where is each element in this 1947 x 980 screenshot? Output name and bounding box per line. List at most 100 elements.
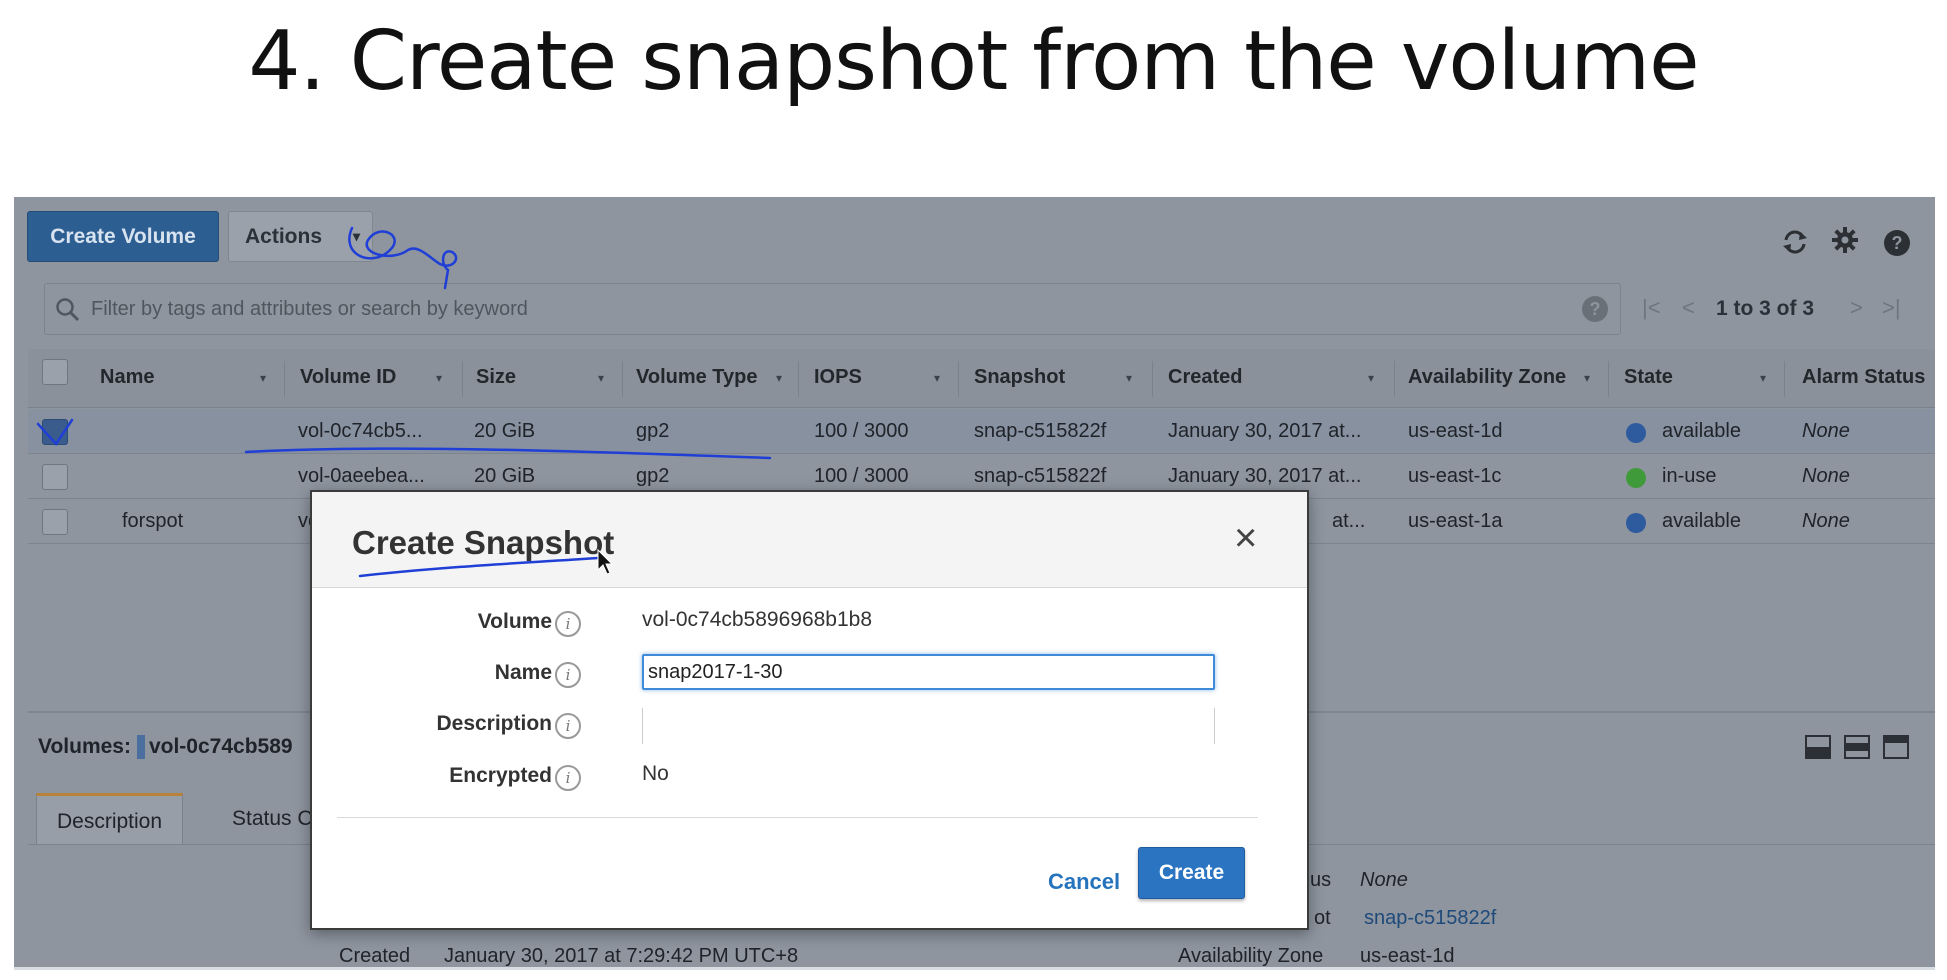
- col-size[interactable]: Size: [476, 366, 516, 389]
- tab-description[interactable]: Description: [36, 793, 184, 845]
- cell-volume-id: vol-0c74cb5...: [298, 420, 423, 442]
- snapshot-name-input[interactable]: [642, 654, 1215, 690]
- create-volume-button[interactable]: Create Volume: [27, 211, 219, 262]
- info-icon[interactable]: i: [555, 765, 581, 791]
- description-input[interactable]: [642, 708, 1215, 744]
- actions-dropdown[interactable]: Actions ▾: [228, 211, 373, 262]
- search-input[interactable]: [91, 284, 1551, 334]
- cell-state: in-use: [1662, 465, 1717, 487]
- cell-created: at...: [1332, 510, 1366, 532]
- col-availability-zone[interactable]: Availability Zone: [1408, 366, 1566, 389]
- detail-value: None: [1360, 869, 1408, 891]
- search-help-icon[interactable]: ?: [1582, 296, 1608, 322]
- col-volume-type[interactable]: Volume Type: [636, 366, 758, 389]
- prev-page-icon[interactable]: <: [1682, 295, 1695, 321]
- volume-swatch: [136, 735, 145, 760]
- create-snapshot-dialog: Create Snapshot × Volume i vol-0c74cb589…: [310, 490, 1309, 930]
- encrypted-value: No: [642, 762, 669, 785]
- sort-icon[interactable]: ▾: [1126, 371, 1132, 385]
- cell-created: January 30, 2017 at...: [1168, 465, 1362, 487]
- sort-icon[interactable]: ▾: [598, 371, 604, 385]
- slide-footer-line: [14, 967, 1935, 970]
- col-volume-id[interactable]: Volume ID: [300, 366, 396, 389]
- status-dot: [1626, 513, 1646, 533]
- info-icon[interactable]: i: [555, 662, 581, 688]
- detail-value: us-east-1d: [1360, 945, 1455, 967]
- dialog-title: Create Snapshot: [352, 524, 615, 561]
- gear-icon[interactable]: [1830, 225, 1860, 255]
- detail-label: us: [1310, 869, 1332, 891]
- svg-text:?: ?: [1892, 233, 1903, 253]
- table-header: Name ▾ Volume ID ▾ Size ▾ Volume Type ▾ …: [28, 349, 1935, 408]
- search-box: ?: [44, 283, 1621, 335]
- pagination: |< < 1 to 3 of 3 > >|: [1634, 287, 1934, 331]
- table-row[interactable]: vol-0c74cb5... 20 GiB gp2 100 / 3000 sna…: [28, 409, 1935, 454]
- details-title-value: vol-0c74cb589: [148, 735, 293, 758]
- detail-value: January 30, 2017 at 7:29:42 PM UTC+8: [444, 945, 799, 967]
- details-title-prefix: Volumes:: [38, 735, 131, 758]
- row-checkbox[interactable]: [42, 464, 68, 490]
- cell-size: 20 GiB: [474, 465, 536, 487]
- status-dot: [1626, 468, 1646, 488]
- dialog-header: Create Snapshot ×: [312, 492, 1307, 588]
- cell-created: January 30, 2017 at...: [1168, 420, 1362, 442]
- select-all-checkbox[interactable]: [42, 359, 68, 385]
- detail-label: Availability Zone: [1178, 945, 1324, 967]
- cell-volume-id: vol-0aeebea...: [298, 465, 425, 487]
- status-dot: [1626, 423, 1646, 443]
- cell-state: available: [1662, 420, 1741, 442]
- next-page-icon[interactable]: >: [1850, 295, 1863, 321]
- slide-title: 4. Create snapshot from the volume: [248, 14, 1699, 109]
- cell-snapshot: snap-c515822f: [974, 420, 1107, 442]
- search-icon: [56, 298, 80, 322]
- cell-name: forspot: [122, 510, 184, 532]
- sort-icon[interactable]: ▾: [776, 371, 782, 385]
- info-icon[interactable]: i: [555, 611, 581, 637]
- actions-label: Actions: [245, 225, 323, 248]
- detail-label: Created: [339, 945, 411, 967]
- row-checkbox[interactable]: [42, 509, 68, 535]
- col-created[interactable]: Created: [1168, 366, 1242, 389]
- cell-size: 20 GiB: [474, 420, 536, 442]
- cancel-button[interactable]: Cancel: [1048, 869, 1120, 895]
- col-alarm-status[interactable]: Alarm Status: [1802, 366, 1925, 389]
- detail-label: ot: [1314, 907, 1331, 929]
- cell-alarm: None: [1802, 510, 1850, 532]
- dialog-divider: [337, 817, 1258, 818]
- create-button[interactable]: Create: [1138, 847, 1245, 899]
- row-checkbox[interactable]: [42, 419, 68, 445]
- col-iops[interactable]: IOPS: [814, 366, 862, 389]
- cell-type: gp2: [636, 420, 670, 442]
- info-icon[interactable]: i: [555, 713, 581, 739]
- pagination-text: 1 to 3 of 3: [1716, 297, 1815, 320]
- cell-alarm: None: [1802, 420, 1850, 442]
- cell-type: gp2: [636, 465, 670, 487]
- last-page-icon[interactable]: >|: [1882, 295, 1901, 321]
- sort-icon[interactable]: ▾: [260, 371, 266, 385]
- cell-iops: 100 / 3000: [814, 420, 909, 442]
- help-icon[interactable]: ?: [1882, 228, 1912, 258]
- cell-az: us-east-1d: [1408, 420, 1503, 442]
- layout-bottom-icon[interactable]: [1805, 735, 1831, 759]
- sort-icon[interactable]: ▾: [1760, 371, 1766, 385]
- col-name[interactable]: Name: [100, 366, 154, 389]
- volume-label: Volume: [477, 610, 552, 633]
- first-page-icon[interactable]: |<: [1642, 295, 1661, 321]
- layout-top-icon[interactable]: [1883, 735, 1909, 759]
- details-title: Volumes: vol-0c74cb589: [38, 735, 293, 760]
- sort-icon[interactable]: ▾: [1584, 371, 1590, 385]
- cell-az: us-east-1c: [1408, 465, 1502, 487]
- layout-half-icon[interactable]: [1844, 735, 1870, 759]
- sort-icon[interactable]: ▾: [934, 371, 940, 385]
- close-icon[interactable]: ×: [1234, 518, 1257, 558]
- refresh-icon[interactable]: [1780, 227, 1810, 257]
- cell-az: us-east-1a: [1408, 510, 1503, 532]
- description-label: Description: [436, 712, 552, 735]
- snapshot-link[interactable]: snap-c515822f: [1364, 907, 1496, 930]
- sort-icon[interactable]: ▾: [436, 371, 442, 385]
- cell-alarm: None: [1802, 465, 1850, 487]
- col-snapshot[interactable]: Snapshot: [974, 366, 1065, 389]
- sort-icon[interactable]: ▾: [1368, 371, 1374, 385]
- cell-iops: 100 / 3000: [814, 465, 909, 487]
- col-state[interactable]: State: [1624, 366, 1673, 389]
